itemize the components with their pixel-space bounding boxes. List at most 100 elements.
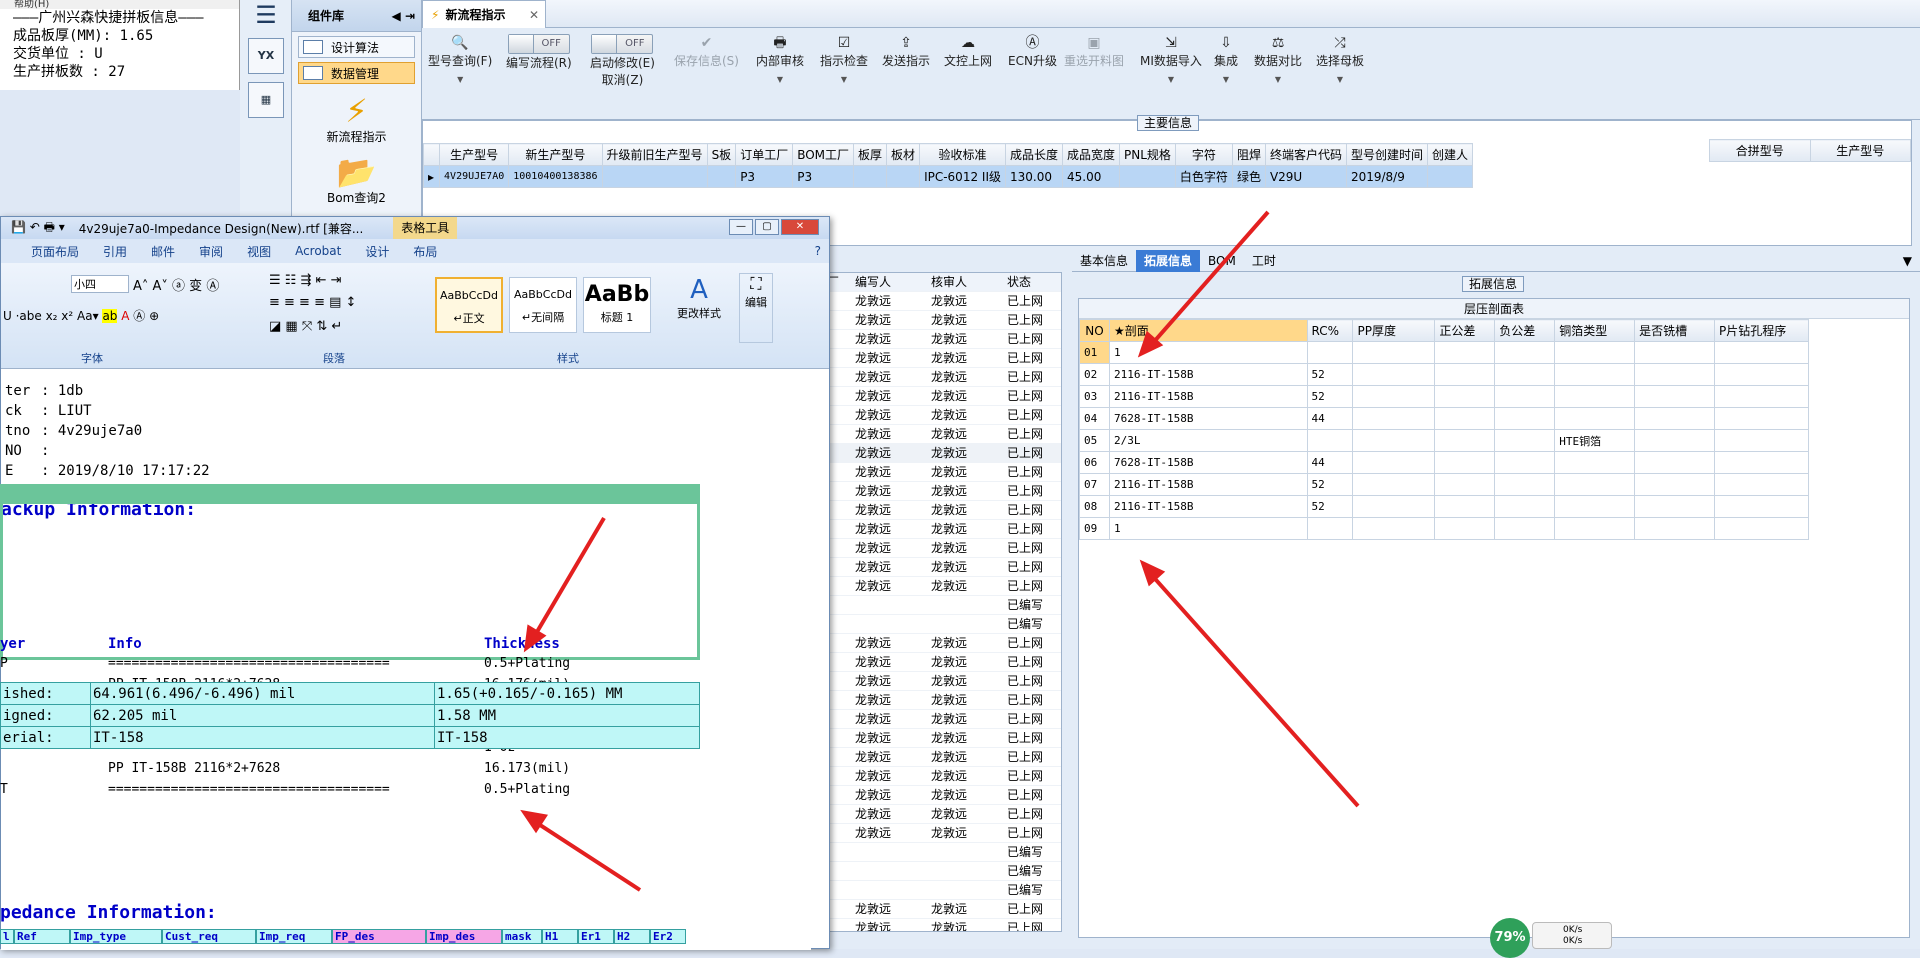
tab-view[interactable]: 视图 xyxy=(247,243,271,260)
cell[interactable] xyxy=(1554,517,1636,540)
col-header[interactable]: 阻焊 xyxy=(1231,143,1266,166)
tab-acrobat[interactable]: Acrobat xyxy=(295,244,341,258)
dropdown-icon[interactable]: ▼ xyxy=(1895,254,1920,268)
style-heading1[interactable]: AaBb 标题 1 xyxy=(583,277,651,333)
list-item[interactable]: 龙敦远 龙敦远 已上网 xyxy=(827,330,1061,349)
style-no-spacing[interactable]: AaBbCcDd ↵无间隔 xyxy=(509,277,577,333)
col-header[interactable]: 负公差 xyxy=(1494,319,1556,342)
cell[interactable]: 45.00 xyxy=(1061,165,1121,188)
border-icons[interactable]: ◪ ▦ ⤧ ⇅ ↵ xyxy=(269,319,342,334)
align-icons[interactable]: ≡ ≡ ≡ ≡ ▤ ↕ xyxy=(269,295,356,310)
col-header[interactable]: 合拼型号 xyxy=(1709,139,1811,162)
tab-references[interactable]: 引用 xyxy=(103,243,127,260)
calculator-icon[interactable]: ▦ xyxy=(248,82,284,118)
maximize-icon[interactable]: ▢ xyxy=(755,219,779,235)
cell[interactable] xyxy=(1634,517,1716,540)
cell[interactable] xyxy=(1494,429,1556,452)
cell[interactable] xyxy=(1434,385,1496,408)
cell[interactable]: 1 xyxy=(1108,517,1308,540)
tab-mailings[interactable]: 邮件 xyxy=(151,243,175,260)
list-item[interactable]: 龙敦远 龙敦远 已上网 xyxy=(827,539,1061,558)
close-icon[interactable]: ✕ xyxy=(781,219,819,235)
col-header[interactable]: PP厚度 xyxy=(1352,319,1436,342)
tab-review[interactable]: 审阅 xyxy=(199,243,223,260)
cell[interactable]: 52 xyxy=(1306,495,1354,518)
mi-import-button[interactable]: ⇲ MI数据导入 ▼ xyxy=(1140,34,1202,84)
col-header[interactable]: S板 xyxy=(706,143,737,166)
help-icon[interactable]: ? xyxy=(815,244,821,258)
cell[interactable] xyxy=(1352,517,1436,540)
table-tools-tab[interactable]: 表格工具 xyxy=(393,217,458,239)
list-item[interactable]: 龙敦远 龙敦远 已上网 xyxy=(827,900,1061,919)
cell[interactable]: 绿色 xyxy=(1231,165,1266,188)
hamburger-menu-icon[interactable]: ☰ xyxy=(246,2,286,30)
list-item[interactable]: 已编写 xyxy=(827,881,1061,900)
cell[interactable]: 白色字符 xyxy=(1174,165,1233,188)
col-header[interactable]: 正公差 xyxy=(1434,319,1496,342)
col-header[interactable]: 铜箔类型 xyxy=(1554,319,1636,342)
cell[interactable]: P3 xyxy=(792,165,855,188)
col-header[interactable]: 型号创建时间 xyxy=(1345,143,1428,166)
cell[interactable]: 52 xyxy=(1306,473,1354,496)
cell[interactable] xyxy=(1634,407,1716,430)
table-row[interactable]: 09 1 xyxy=(1079,517,1809,540)
list-item[interactable]: 龙敦远 龙敦远 已上网 xyxy=(827,311,1061,330)
col-header[interactable]: 核审人 xyxy=(931,273,1007,291)
cell[interactable] xyxy=(1352,363,1436,386)
select-motherboard-button[interactable]: ⤮ 选择母板 ▼ xyxy=(1316,34,1364,84)
col-header[interactable]: RC% xyxy=(1306,319,1354,342)
cell[interactable]: IPC-6012 II级 xyxy=(919,165,1006,188)
cell[interactable] xyxy=(853,165,888,188)
cell[interactable] xyxy=(1352,341,1436,364)
start-modify-toggle[interactable]: OFF 启动修改(E) 取消(Z) xyxy=(590,34,655,88)
cell[interactable]: 52 xyxy=(1306,363,1354,386)
cell[interactable] xyxy=(1434,341,1496,364)
cell[interactable] xyxy=(601,165,708,188)
cell[interactable]: 2116-IT-158B xyxy=(1108,495,1308,518)
data-management-button[interactable]: 数据管理 xyxy=(298,62,415,84)
cell[interactable] xyxy=(1434,517,1496,540)
cell[interactable] xyxy=(1634,495,1716,518)
cell[interactable] xyxy=(1634,363,1716,386)
tab-design[interactable]: 设计 xyxy=(365,243,389,260)
cell[interactable] xyxy=(1352,473,1436,496)
cell[interactable]: 44 xyxy=(1306,451,1354,474)
cell[interactable] xyxy=(1434,363,1496,386)
cell[interactable]: 01 xyxy=(1079,341,1110,364)
save-info-button[interactable]: ✔ 保存信息(S) xyxy=(674,34,739,69)
col-header[interactable]: 字符 xyxy=(1174,143,1233,166)
cell[interactable] xyxy=(1714,341,1809,364)
design-algorithm-button[interactable]: 设计算法 xyxy=(298,36,415,58)
list-item[interactable]: 龙敦远 龙敦远 已上网 xyxy=(827,729,1061,748)
list-item[interactable]: 龙敦远 龙敦远 已上网 xyxy=(827,577,1061,596)
cell[interactable] xyxy=(1306,429,1354,452)
cell[interactable] xyxy=(1494,451,1556,474)
col-header[interactable]: 编写人 xyxy=(855,273,931,291)
cell[interactable] xyxy=(1714,495,1809,518)
cell[interactable] xyxy=(1306,341,1354,364)
toggle-switch[interactable]: OFF xyxy=(507,34,570,54)
cell[interactable]: P3 xyxy=(735,165,794,188)
list-item[interactable]: 龙敦远 龙敦远 已上网 xyxy=(827,691,1061,710)
table-row[interactable]: 06 7628-IT-158B 44 xyxy=(1079,451,1809,474)
new-process-button[interactable]: ⚡ 新流程指示 xyxy=(292,94,421,145)
tab-new-process[interactable]: ⚡ 新流程指示 ✕ xyxy=(422,0,546,28)
list-item[interactable]: 龙敦远 龙敦远 已上网 xyxy=(827,444,1061,463)
tab-page-layout[interactable]: 页面布局 xyxy=(31,243,79,260)
change-style-button[interactable]: A 更改样式 xyxy=(669,275,729,321)
list-item[interactable]: 龙敦远 龙敦远 已上网 xyxy=(827,425,1061,444)
col-header[interactable]: PNL规格 xyxy=(1119,143,1176,166)
cell[interactable]: 2/3L xyxy=(1108,429,1308,452)
cell[interactable] xyxy=(1714,363,1809,386)
cell[interactable] xyxy=(1494,473,1556,496)
yx-app-icon[interactable]: YX xyxy=(248,38,284,74)
cell[interactable] xyxy=(1494,495,1556,518)
cell[interactable] xyxy=(1554,407,1636,430)
col-header[interactable]: BOM工厂 xyxy=(792,143,855,166)
list-item[interactable]: 龙敦远 龙敦远 已上网 xyxy=(827,292,1061,311)
cell[interactable] xyxy=(1554,495,1636,518)
list-item[interactable]: 已编写 xyxy=(827,843,1061,862)
reselect-cut-button[interactable]: ▣ 重选开料图 xyxy=(1064,34,1124,69)
font-format-icons[interactable]: U ·abe x₂ x² Aa▾ ab A Ⓐ ⊕ xyxy=(3,307,159,324)
cell[interactable] xyxy=(1634,385,1716,408)
